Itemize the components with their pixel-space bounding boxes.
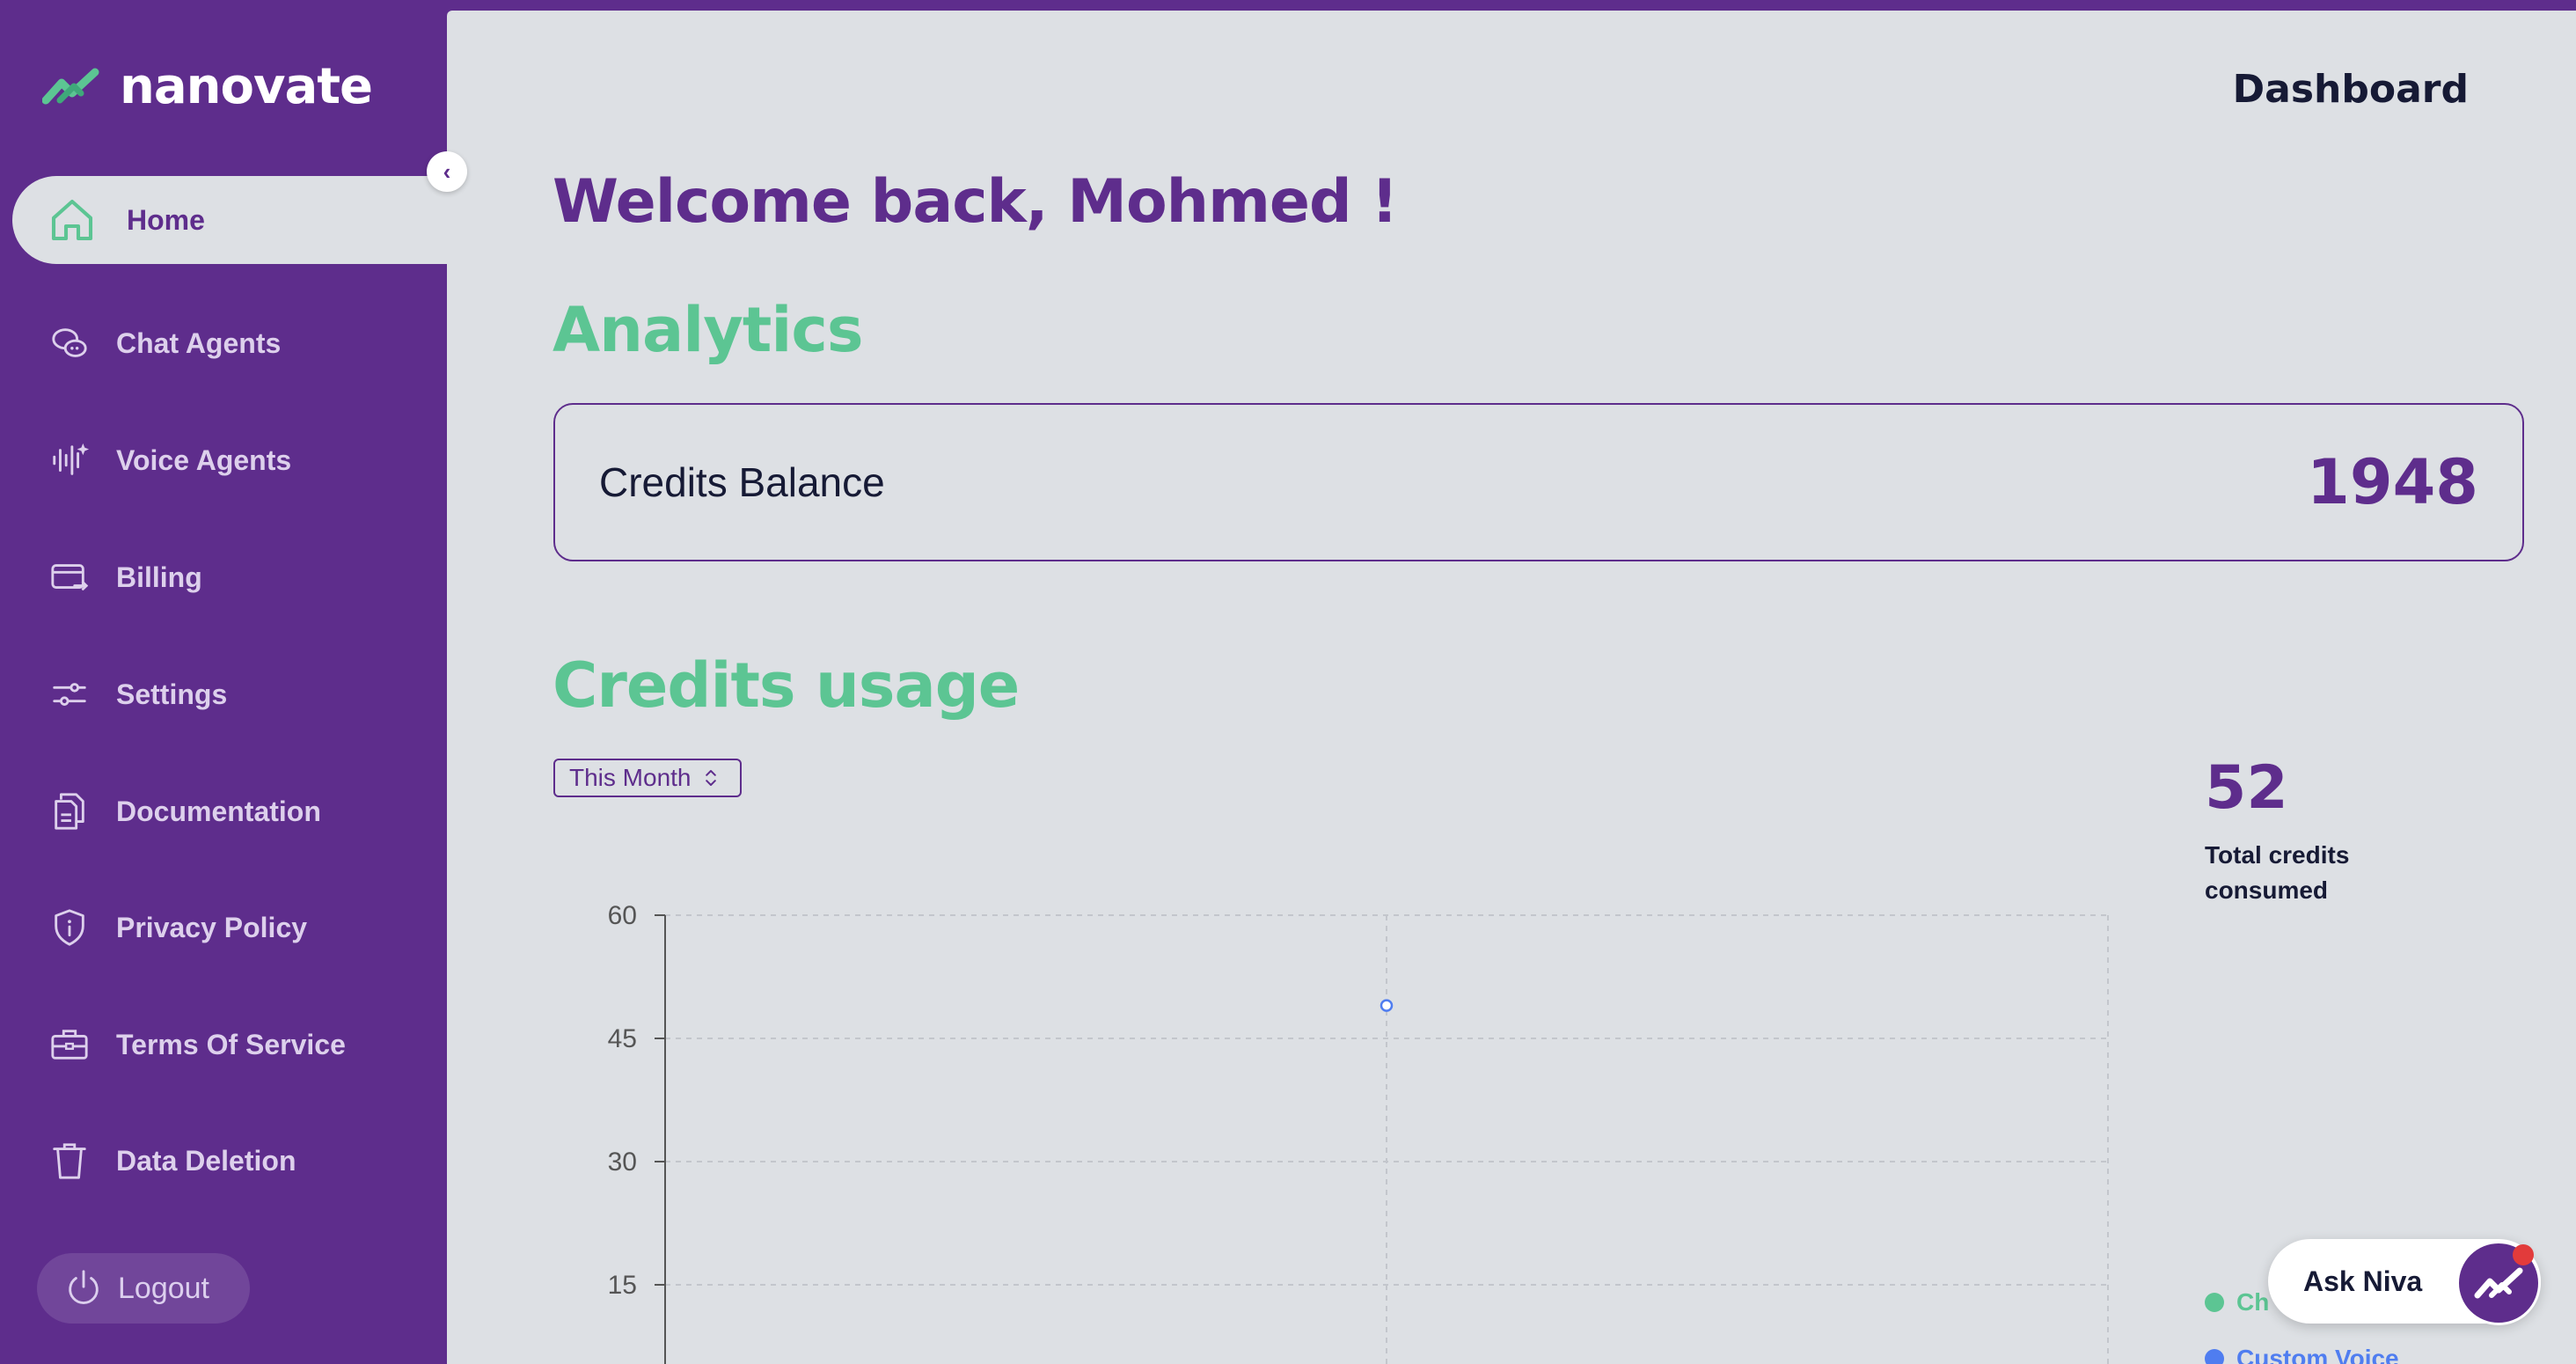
- sidebar-item-label: Privacy Policy: [116, 911, 308, 943]
- sidebar-item-settings[interactable]: Settings: [0, 650, 447, 738]
- sidebar-item-label: Billing: [116, 561, 202, 593]
- data-point: [1379, 999, 1394, 1012]
- sidebar-item-documentation[interactable]: Documentation: [0, 767, 447, 855]
- y-tick-label: 15: [608, 1271, 637, 1300]
- y-tick-label: 60: [608, 901, 637, 930]
- shield-icon: [55, 909, 84, 946]
- sidebar-item-privacy-policy[interactable]: Privacy Policy: [0, 884, 447, 972]
- credits-usage-heading: Credits usage: [553, 649, 1020, 722]
- legend-item-custom-voice[interactable]: Custom Voice: [2205, 1331, 2399, 1364]
- legend-label: Ch: [2236, 1288, 2270, 1316]
- main-content: Dashboard Welcome back, Mohmed ! Analyti…: [447, 11, 2576, 1364]
- card-icon: [51, 564, 89, 590]
- notification-badge: [2513, 1244, 2534, 1265]
- collapse-sidebar-button[interactable]: ‹: [427, 151, 467, 192]
- home-icon: [51, 199, 93, 241]
- sliders-icon: [53, 683, 86, 706]
- sidebar-item-label: Settings: [116, 678, 228, 710]
- logo-icon: [42, 68, 99, 105]
- total-credits-value: 52: [2205, 753, 2288, 823]
- voice-wave-icon: [53, 443, 90, 475]
- credits-usage-chart: 15 30 45 60: [608, 901, 2109, 1364]
- total-credits: 52 Total credits consumed: [2205, 759, 2381, 908]
- sidebar-item-home[interactable]: Home: [12, 176, 447, 264]
- analytics-heading: Analytics: [553, 294, 863, 366]
- credits-balance-value: 1948: [2307, 446, 2478, 518]
- welcome-heading: Welcome back, Mohmed !: [553, 167, 1398, 237]
- page-title: Dashboard: [2232, 67, 2469, 112]
- total-credits-label: Total credits consumed: [2205, 841, 2350, 904]
- sidebar-item-label: Data Deletion: [116, 1144, 296, 1177]
- period-select-value: This Month: [569, 764, 692, 791]
- y-tick-label: 30: [608, 1148, 637, 1177]
- legend-dot: [2205, 1293, 2224, 1312]
- logout-label: Logout: [118, 1271, 209, 1305]
- sidebar-item-data-deletion[interactable]: Data Deletion: [0, 1117, 447, 1205]
- sidebar-item-label: Chat Agents: [116, 326, 282, 359]
- sidebar-item-label: Voice Agents: [116, 444, 292, 476]
- y-tick-label: 45: [608, 1024, 637, 1053]
- legend-label: Custom Voice: [2236, 1345, 2399, 1364]
- credits-balance-card: Credits Balance 1948: [553, 403, 2524, 561]
- sidebar-item-chat-agents[interactable]: Chat Agents: [0, 299, 447, 387]
- niva-logo-icon: [2474, 1267, 2523, 1299]
- period-select[interactable]: This Month: [553, 759, 742, 797]
- sidebar-item-label: Home: [127, 203, 205, 236]
- chevron-updown-icon: [705, 770, 716, 786]
- sidebar-item-label: Terms Of Service: [116, 1028, 346, 1060]
- legend-dot: [2205, 1349, 2224, 1364]
- logout-button[interactable]: Logout: [37, 1253, 250, 1324]
- documents-icon: [55, 793, 84, 830]
- sidebar: nanovate ‹ Home Chat Agents Voice Agents: [0, 0, 467, 1364]
- ask-niva-label: Ask Niva: [2303, 1265, 2423, 1297]
- sidebar-item-label: Documentation: [116, 795, 321, 827]
- app-name: nanovate: [120, 57, 373, 115]
- power-icon: [69, 1270, 99, 1304]
- sidebar-item-terms-of-service[interactable]: Terms Of Service: [0, 1001, 447, 1089]
- briefcase-icon: [51, 1030, 88, 1060]
- sidebar-item-billing[interactable]: Billing: [0, 533, 447, 621]
- trash-icon: [53, 1143, 86, 1179]
- sidebar-item-voice-agents[interactable]: Voice Agents: [0, 416, 447, 504]
- credits-balance-label: Credits Balance: [599, 459, 885, 505]
- chat-icon: [52, 328, 87, 357]
- app-logo[interactable]: nanovate: [42, 55, 373, 118]
